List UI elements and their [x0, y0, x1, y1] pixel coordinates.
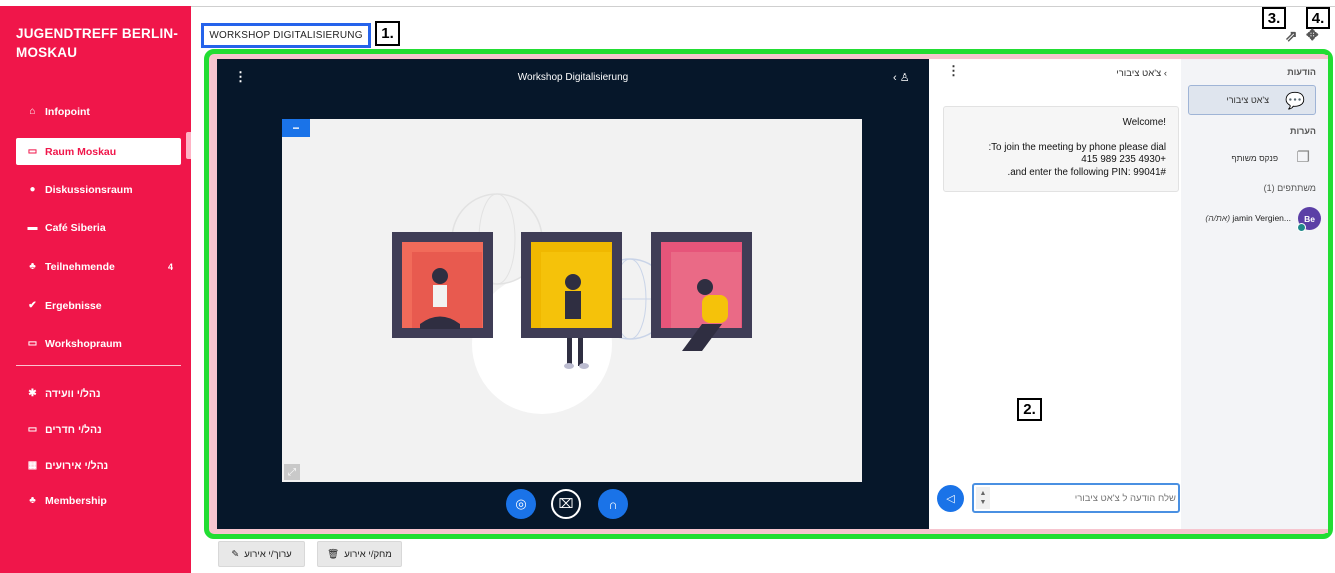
chat-icon: ●	[29, 184, 36, 195]
edit-event-label: ערוך/י אירוע	[244, 548, 292, 560]
user-list-panel: הודעות צ'אט ציבורי 💬 הערות פנקס משותף ❐ …	[1181, 59, 1328, 529]
membership-icon: ♣	[29, 495, 36, 506]
chat-title[interactable]: צ'אט ציבורי ‹	[1116, 68, 1167, 79]
welcome-message: Welcome! :To join the meeting by phone p…	[943, 106, 1179, 192]
annotation-marker-3: 3.	[1262, 7, 1286, 29]
home-icon: ⌂	[29, 106, 36, 117]
audio-status-icon	[1297, 223, 1306, 232]
send-message-button[interactable]: ◁	[937, 485, 964, 512]
presentation-slide: − ⤢	[282, 119, 862, 482]
room-icon: ▭	[27, 424, 38, 435]
message-line: 415 989 235 4930+	[1081, 154, 1166, 165]
chat-header: ⋮ צ'אט ציבורי ‹	[929, 59, 1181, 89]
sidebar-item-label: נהל/י אירועים	[45, 459, 109, 472]
gear-icon: ✱	[28, 388, 37, 399]
sidebar-item-teilnehmende[interactable]: ♣ Teilnehmende 4	[16, 253, 181, 280]
globe-icon: ◎	[515, 496, 527, 511]
presentation-panel: ⋮ Workshop Digitalisierung ‹ ♙ − ⤢ ◎ ⌧ ∩	[217, 59, 929, 529]
participant-role: (את/ה)	[1205, 213, 1231, 223]
sidebar-item-label: Diskussionsraum	[45, 183, 133, 196]
send-icon: ◁	[946, 493, 955, 505]
sidebar-item-label: נהל/י וועידה	[45, 387, 101, 400]
sidebar-item-manage-rooms[interactable]: ▭ נהל/י חדרים	[16, 416, 181, 443]
chat-input-box: ▲ ▼	[972, 483, 1180, 513]
headset-icon: ∩	[608, 496, 618, 512]
open-external-icon[interactable]: ⇗	[1285, 27, 1298, 45]
sidebar-item-raum-moskau[interactable]: ▭ Raum Moskau	[16, 138, 181, 165]
coffee-icon: ▬	[27, 222, 38, 233]
users-icon: ♣	[29, 261, 36, 272]
annotation-marker-2: 2.	[1017, 398, 1042, 421]
public-chat-item[interactable]: צ'אט ציבורי 💬	[1188, 85, 1316, 115]
page-root: JUGENDTREFF BERLIN-MOSKAU ⌂ Infopoint ▭ …	[0, 0, 1335, 573]
participant-name: (את/ה) jamin Vergien...	[1205, 213, 1291, 223]
messages-header: הודעות	[1287, 67, 1316, 77]
participant-name-text: jamin Vergien...	[1232, 213, 1291, 223]
participants-header: משתתפים (1)	[1263, 183, 1316, 193]
sidebar-item-label: Teilnehmende	[45, 260, 115, 273]
sidebar-divider	[16, 365, 181, 366]
chat-message-input[interactable]	[994, 487, 1176, 509]
chat-title-label: צ'אט ציבורי	[1116, 68, 1162, 79]
notes-header: הערות	[1289, 126, 1316, 136]
sidebar-item-membership[interactable]: ♣ Membership	[16, 487, 181, 514]
participant-row[interactable]: Be (את/ה) jamin Vergien...	[1185, 205, 1321, 233]
sidebar-item-label: Workshopraum	[45, 337, 122, 350]
sidebar-item-cafe-siberia[interactable]: ▬ Café Siberia	[16, 214, 181, 241]
delete-event-button[interactable]: 🗑 מחק/י אירוע	[317, 541, 402, 567]
edit-event-button[interactable]: ✎ ערוך/י אירוע	[218, 541, 305, 567]
pencil-icon: ✎	[231, 548, 240, 560]
sidebar-item-ergebnisse[interactable]: ✔ Ergebnisse	[16, 292, 181, 319]
room-icon: ▭	[27, 338, 38, 349]
sidebar-item-workshopraum[interactable]: ▭ Workshopraum	[16, 330, 181, 357]
room-title: WORKSHOP DIGITALISIERUNG	[209, 30, 363, 41]
message-line: .and enter the following PIN: 99041#	[1007, 166, 1167, 178]
chat-bubble-icon: 💬	[1285, 93, 1305, 110]
sidebar-item-label: Café Siberia	[45, 221, 106, 234]
welcome-text: Welcome!	[1122, 117, 1166, 128]
share-webcam-button[interactable]: ⌧	[551, 489, 581, 519]
trash-icon: 🗑	[327, 548, 340, 560]
move-icon[interactable]: ✥	[1306, 26, 1319, 44]
count-badge: 4	[167, 261, 173, 272]
chat-options-icon[interactable]: ⋮	[947, 64, 960, 77]
presentation-title: Workshop Digitalisierung	[517, 72, 629, 83]
sidebar-item-diskussionsraum[interactable]: ● Diskussionsraum	[16, 176, 181, 203]
message-line: :To join the meeting by phone please dia…	[988, 141, 1166, 153]
camera-off-icon: ⌧	[558, 496, 574, 511]
delete-event-label: מחק/י אירוע	[344, 548, 392, 560]
brand-title: JUGENDTREFF BERLIN-MOSKAU	[16, 26, 179, 60]
sidebar-item-label: Infopoint	[45, 105, 90, 118]
top-divider	[191, 6, 1335, 7]
active-indicator	[186, 132, 191, 159]
sidebar-item-label: Membership	[45, 494, 107, 507]
sidebar-item-label: Ergebnisse	[45, 299, 102, 312]
join-audio-globe-button[interactable]: ◎	[506, 489, 536, 519]
public-chat-label: צ'אט ציבורי	[1226, 95, 1269, 105]
sidebar-item-manage-events[interactable]: ▦ נהל/י אירועים	[16, 452, 181, 479]
sidebar-item-infopoint[interactable]: ⌂ Infopoint	[16, 98, 181, 125]
shared-notes-label: פנקס משותף	[1231, 153, 1278, 163]
illustration-image	[392, 193, 752, 414]
calendar-icon: ▦	[27, 460, 38, 471]
chat-panel: ⋮ צ'אט ציבורי ‹ Welcome! :To join the me…	[929, 59, 1181, 529]
annotation-marker-1: 1.	[375, 21, 400, 46]
user-list-toggle-icon[interactable]: ‹ ♙	[893, 71, 910, 84]
sidebar-item-manage-conference[interactable]: ✱ נהל/י וועידה	[16, 380, 181, 407]
room-icon: ▭	[27, 146, 38, 157]
sidebar-item-label: נהל/י חדרים	[45, 423, 102, 436]
notes-icon: ❐	[1296, 149, 1310, 166]
check-icon: ✔	[28, 300, 37, 311]
sidebar-item-label: Raum Moskau	[45, 145, 117, 158]
audio-headset-button[interactable]: ∩	[598, 489, 628, 519]
shared-notes-item[interactable]: פנקס משותף ❐	[1188, 145, 1316, 171]
fullscreen-icon[interactable]: ⤢	[284, 464, 300, 480]
input-spinner[interactable]: ▲ ▼	[976, 487, 990, 509]
room-title-chip: WORKSHOP DIGITALISIERUNG	[201, 23, 371, 48]
